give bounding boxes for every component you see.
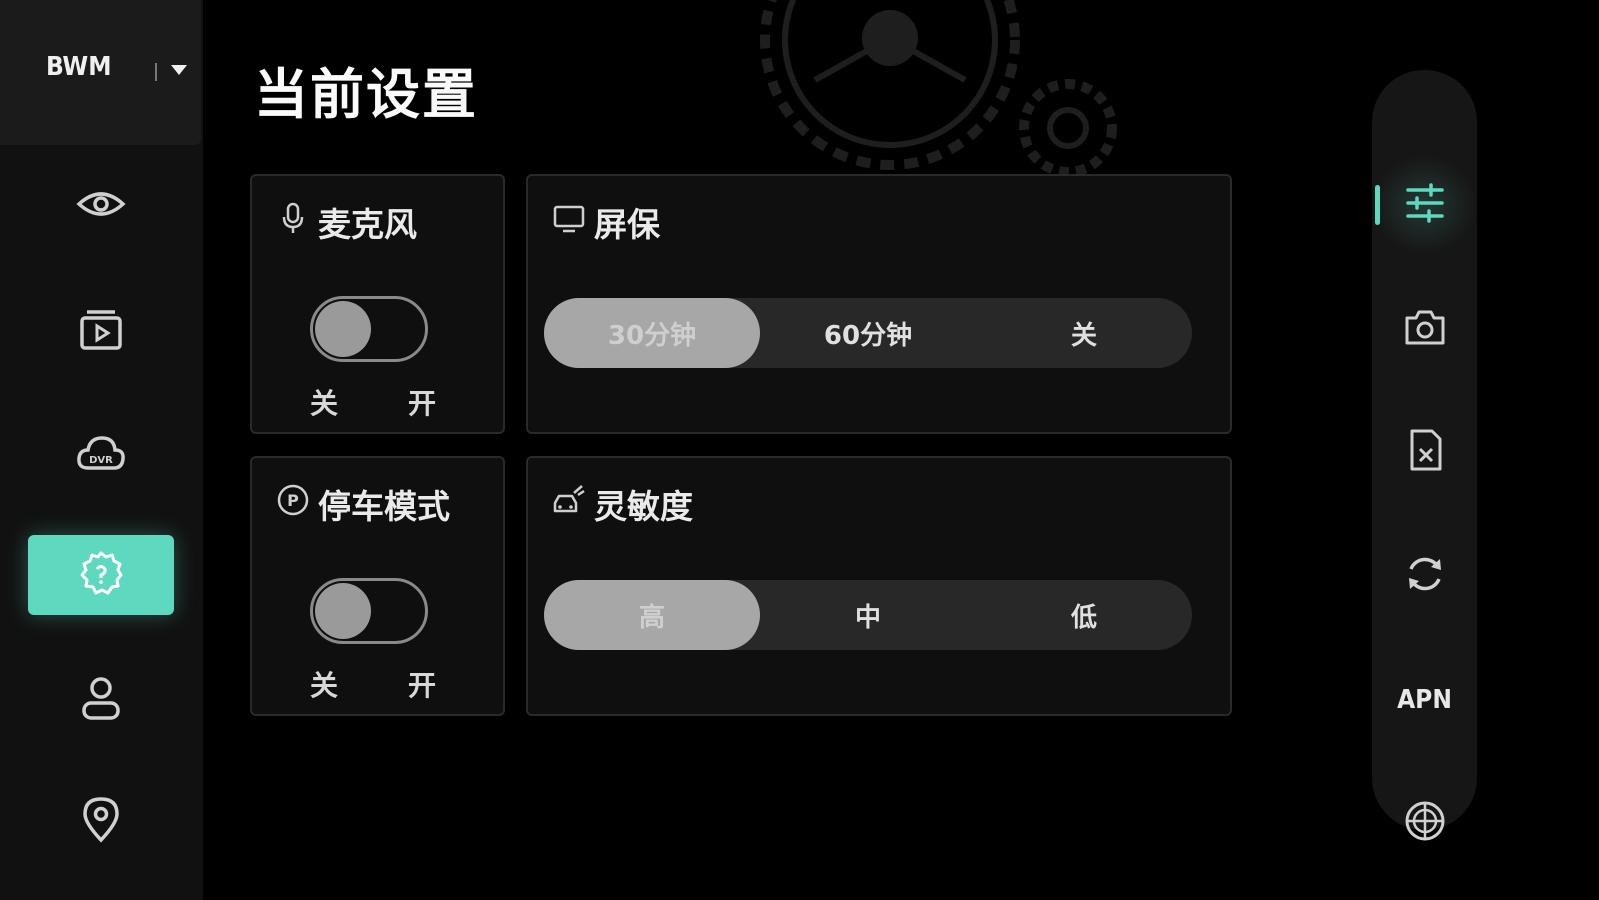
parking-mode-toggle[interactable]: [310, 578, 428, 644]
camera-icon: [1402, 304, 1448, 354]
toggle-knob: [315, 301, 371, 357]
toggle-on-label: 开: [408, 387, 437, 420]
screensaver-option-off[interactable]: 关: [976, 298, 1192, 368]
gears-decoration-icon: [760, 0, 1140, 184]
sensitivity-option-medium[interactable]: 中: [760, 580, 976, 650]
parking-mode-card: P 停车模式 关 开: [250, 456, 505, 716]
rail-item-settings[interactable]: [1372, 160, 1477, 250]
sliders-icon: [1402, 180, 1448, 230]
toggle-knob: [315, 583, 371, 639]
apn-label: APN: [1397, 685, 1452, 715]
monitor-icon: [552, 201, 586, 243]
sd-card-remove-icon: [1402, 427, 1448, 477]
screensaver-label: 屏保: [594, 205, 660, 244]
rail-item-network[interactable]: [1372, 778, 1477, 868]
refresh-icon: [1402, 551, 1448, 601]
microphone-icon: [276, 201, 310, 243]
sidebar-item-location[interactable]: [28, 781, 174, 861]
device-selector[interactable]: BWM: [0, 0, 201, 145]
screensaver-option-30min[interactable]: 30分钟: [544, 298, 760, 368]
rail-item-reset[interactable]: [1372, 531, 1477, 621]
cloud-dvr-icon: DVR: [75, 428, 127, 484]
sensitivity-card: 灵敏度 高 中 低: [526, 456, 1232, 716]
video-folder-icon: [75, 304, 127, 360]
screensaver-title: 屏保: [552, 198, 660, 246]
settings-gear-icon: [75, 547, 127, 603]
microphone-toggle[interactable]: [310, 296, 428, 362]
sensitivity-option-high[interactable]: 高: [544, 580, 760, 650]
right-rail: APN: [1372, 70, 1477, 841]
sidebar-item-account[interactable]: [28, 660, 174, 740]
sensitivity-title: 灵敏度: [552, 480, 693, 528]
car-impact-icon: [552, 483, 586, 525]
screensaver-segmented-control: 30分钟 60分钟 关: [544, 298, 1192, 368]
chevron-down-icon[interactable]: [170, 62, 188, 81]
rail-item-format-sd[interactable]: [1372, 407, 1477, 497]
divider: [155, 63, 157, 81]
globe-icon: [1402, 798, 1448, 848]
sensitivity-option-low[interactable]: 低: [976, 580, 1192, 650]
device-name: BWM: [46, 52, 112, 82]
sensitivity-segmented-control: 高 中 低: [544, 580, 1192, 650]
toggle-off-label: 关: [310, 669, 339, 702]
sidebar-item-videos[interactable]: [28, 292, 174, 372]
dvr-text: DVR: [89, 455, 113, 466]
rail-item-apn[interactable]: APN: [1372, 655, 1477, 745]
eye-icon: [75, 178, 127, 234]
parking-icon: P: [276, 483, 310, 525]
sidebar: BWM DVR: [0, 0, 203, 900]
toggle-on-label: 开: [408, 669, 437, 702]
microphone-title: 麦克风: [276, 198, 417, 246]
sensitivity-label: 灵敏度: [594, 487, 693, 526]
user-icon: [75, 672, 127, 728]
microphone-card: 麦克风 关 开: [250, 174, 505, 434]
toggle-off-label: 关: [310, 387, 339, 420]
sidebar-item-cloud-dvr[interactable]: DVR: [28, 416, 174, 496]
rail-item-camera[interactable]: [1372, 284, 1477, 374]
sidebar-item-settings[interactable]: [28, 535, 174, 615]
microphone-label: 麦克风: [318, 205, 417, 244]
parking-letter: P: [287, 491, 299, 510]
sidebar-item-preview[interactable]: [28, 166, 174, 246]
location-pin-icon: [75, 793, 127, 849]
parking-mode-label: 停车模式: [318, 487, 450, 526]
screensaver-card: 屏保 30分钟 60分钟 关: [526, 174, 1232, 434]
screensaver-option-60min[interactable]: 60分钟: [760, 298, 976, 368]
page-title: 当前设置: [254, 63, 478, 126]
parking-mode-title: P 停车模式: [276, 480, 450, 528]
